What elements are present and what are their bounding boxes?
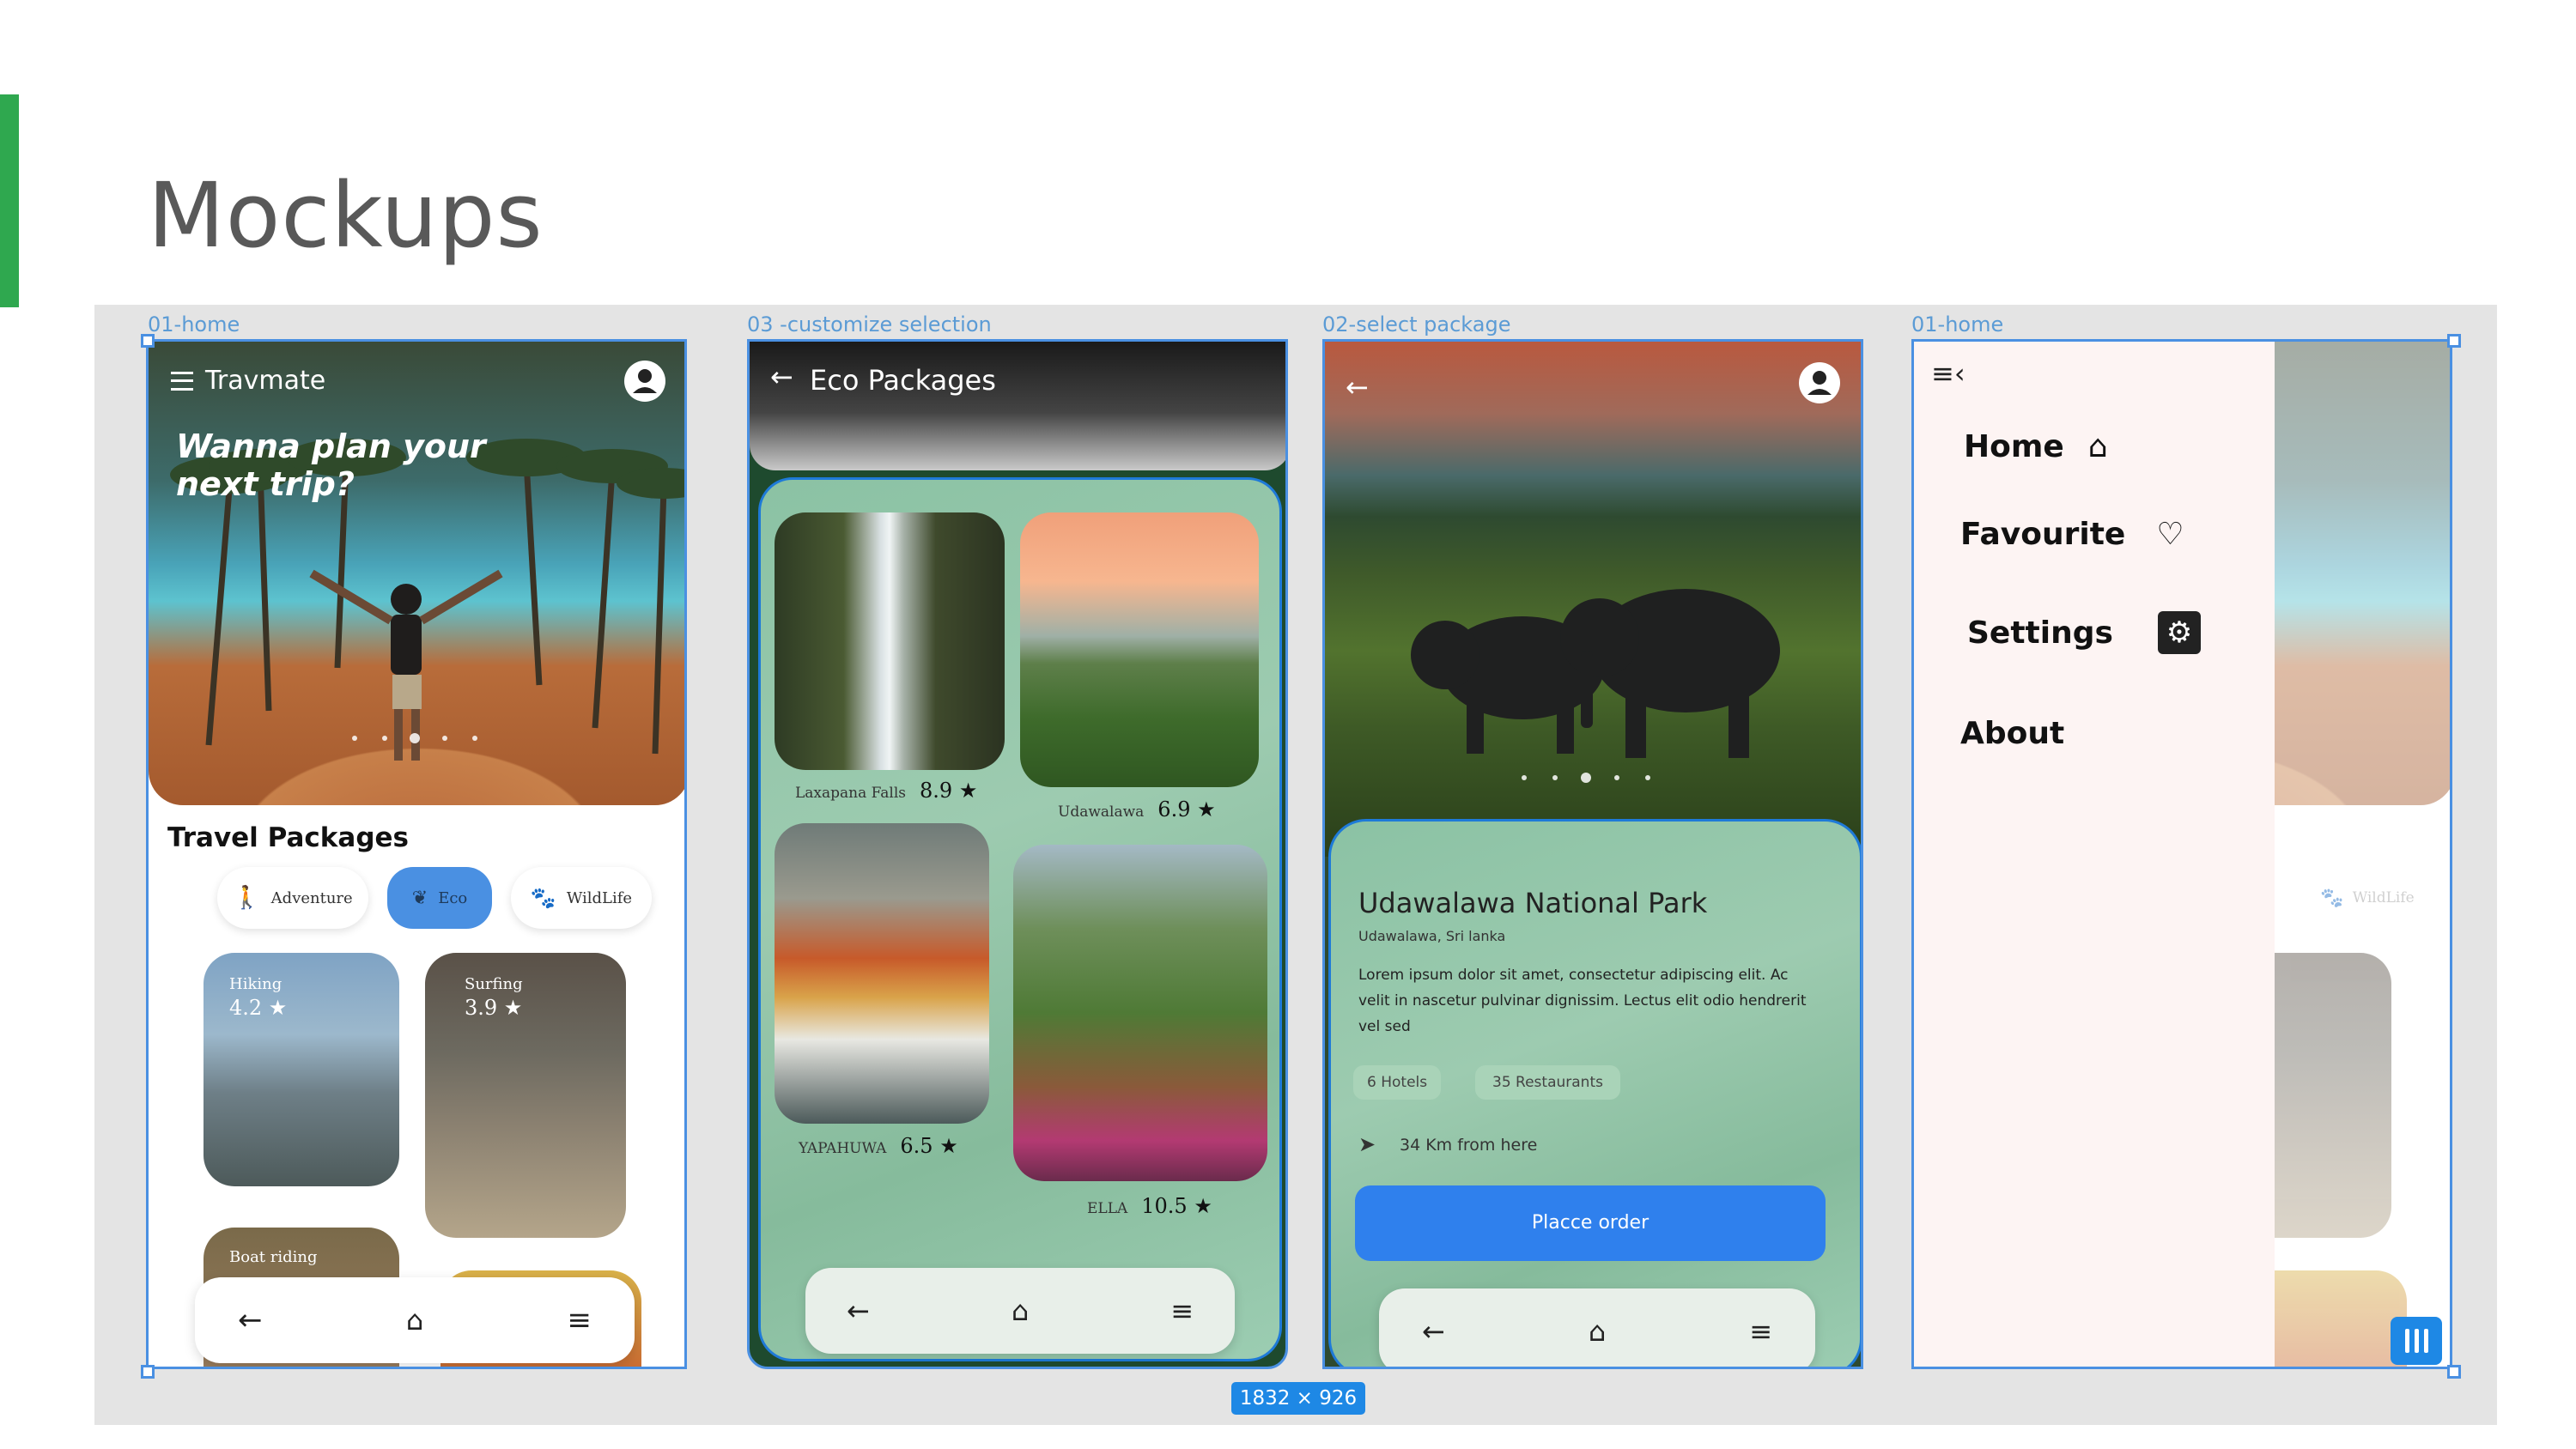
slide-title: Mockups	[148, 163, 544, 268]
home-menu-screen[interactable]: 🐾 WildLife ≡‹ Home ⌂ Favourite ♡ Setting…	[1911, 339, 2452, 1369]
drawer-item-favourite[interactable]: Favourite ♡	[1960, 517, 2184, 552]
app-name: Travmate	[205, 366, 326, 396]
packages-panel: Laxapana Falls 8.9 ★ Udawalawa 6.9 ★ YAP…	[758, 477, 1282, 1361]
collapse-menu-icon[interactable]: ≡‹	[1931, 357, 1965, 390]
chip-eco[interactable]: ❦ Eco	[387, 867, 492, 929]
tag-restaurants: 35 Restaurants	[1475, 1065, 1620, 1100]
park-hero-image: ←	[1325, 342, 1861, 857]
park-name: Udawalawa National Park	[1358, 887, 1708, 919]
hero-image: Travmate Wanna plan your next trip?	[149, 342, 684, 805]
category-chips: 🚶 Adventure ❦ Eco 🐾 WildLife	[217, 867, 652, 929]
leaf-icon: ❦	[411, 887, 428, 909]
bottom-nav: ← ⌂ ≡	[1379, 1288, 1815, 1367]
section-title: Travel Packages	[167, 822, 409, 853]
hero-text: Wanna plan your next trip?	[176, 427, 486, 503]
home-screen[interactable]: Travmate Wanna plan your next trip? Trav…	[146, 339, 687, 1369]
menu-icon[interactable]: ≡	[1749, 1315, 1772, 1348]
accent-bar	[0, 94, 19, 307]
chip-label: Eco	[438, 888, 468, 907]
location-arrow-icon: ➤	[1358, 1132, 1376, 1156]
chip-wildlife: 🐾 WildLife	[2297, 867, 2438, 929]
home-icon[interactable]: ⌂	[1589, 1315, 1606, 1348]
chip-wildlife[interactable]: 🐾 WildLife	[511, 867, 652, 929]
card-rating: 3.9 ★	[465, 996, 523, 1020]
paw-icon: 🐾	[2320, 887, 2344, 909]
home-icon[interactable]: ⌂	[1012, 1294, 1029, 1327]
menu-icon[interactable]	[171, 371, 193, 391]
chip-adventure[interactable]: 🚶 Adventure	[217, 867, 368, 929]
back-arrow-icon[interactable]: ←	[1422, 1315, 1445, 1348]
eco-header: ← Eco Packages	[750, 342, 1285, 470]
eco-packages-screen[interactable]: ← Eco Packages Laxapana Falls 8.9 ★ Udaw…	[747, 339, 1288, 1369]
dimensions-badge: 1832 × 926	[1231, 1382, 1365, 1415]
back-arrow-icon[interactable]: ←	[238, 1303, 263, 1337]
frame-label-customize[interactable]: 03 -customize selection	[747, 312, 992, 336]
package-card-hiking[interactable]: Hiking 4.2 ★	[204, 953, 399, 1186]
back-arrow-icon[interactable]: ←	[1346, 371, 1369, 403]
selection-handle-tl[interactable]	[141, 334, 155, 348]
card-name: Hiking	[229, 975, 283, 993]
package-caption-yapahuwa: YAPAHUWA 6.5 ★	[799, 1134, 958, 1158]
menu-icon[interactable]: ≡	[568, 1303, 592, 1337]
package-photo-laxapana[interactable]	[775, 512, 1005, 770]
menu-icon[interactable]: ≡	[1170, 1294, 1194, 1327]
heart-icon: ♡	[2156, 517, 2184, 552]
slide: Mockups 01-home 03 -customize selection …	[0, 0, 2576, 1449]
card-name: Surfing	[465, 975, 523, 993]
bottom-nav: ← ⌂ ≡	[195, 1277, 635, 1363]
home-icon[interactable]: ⌂	[406, 1304, 423, 1337]
profile-icon[interactable]	[1799, 362, 1840, 403]
home-icon: ⌂	[2087, 429, 2108, 464]
selection-handle-bl[interactable]	[141, 1365, 155, 1379]
back-arrow-icon[interactable]: ←	[770, 361, 793, 393]
gear-icon: ⚙	[2157, 611, 2201, 654]
park-detail-sheet: Udawalawa National Park Udawalawa, Sri l…	[1328, 819, 1861, 1367]
paw-icon: 🐾	[530, 886, 556, 910]
chip-label: WildLife	[566, 888, 633, 907]
package-photo-udawalawa[interactable]	[1020, 512, 1259, 787]
bottom-nav: ← ⌂ ≡	[805, 1268, 1235, 1354]
drawer-item-settings[interactable]: Settings ⚙	[1967, 611, 2201, 654]
package-caption-udawalawa: Udawalawa 6.9 ★	[1058, 797, 1216, 822]
card-rating: 4.2 ★	[229, 996, 288, 1020]
drawer-item-about[interactable]: About	[1960, 716, 2064, 751]
palm-trees-art	[170, 439, 684, 761]
distance-text: 34 Km from here	[1400, 1136, 1538, 1155]
card-name: Boat riding	[229, 1248, 318, 1266]
frame-label-home-menu[interactable]: 01-home	[1911, 312, 2003, 336]
selection-handle-br[interactable]	[2447, 1365, 2461, 1379]
tag-hotels: 6 Hotels	[1353, 1065, 1442, 1100]
park-description: Lorem ipsum dolor sit amet, consectetur …	[1358, 967, 1807, 1035]
chip-label: Adventure	[270, 888, 353, 907]
selection-handle-tr[interactable]	[2447, 334, 2461, 348]
package-caption-laxapana: Laxapana Falls 8.9 ★	[795, 779, 978, 803]
select-package-screen[interactable]: ← Udawalawa National Park Udawalawa, Sri…	[1322, 339, 1863, 1369]
park-location: Udawalawa, Sri lanka	[1358, 928, 1506, 944]
package-card-surfing[interactable]: Surfing 3.9 ★	[425, 953, 626, 1238]
package-photo-ella[interactable]	[1013, 845, 1267, 1181]
screen-title: Eco Packages	[810, 364, 996, 397]
package-photo-yapahuwa[interactable]	[775, 823, 989, 1124]
back-arrow-icon[interactable]: ←	[847, 1294, 870, 1327]
columns-toggle-button[interactable]	[2391, 1317, 2442, 1365]
package-caption-ella: ELLA 10.5 ★	[1087, 1194, 1212, 1218]
profile-icon[interactable]	[624, 361, 665, 402]
elephants-art	[1411, 589, 1780, 783]
frame-label-home[interactable]: 01-home	[148, 312, 240, 336]
drawer-item-home[interactable]: Home ⌂	[1964, 429, 2108, 464]
side-drawer: ≡‹ Home ⌂ Favourite ♡ Settings ⚙ About	[1914, 342, 2275, 1367]
place-order-button[interactable]: Placce order	[1355, 1185, 1826, 1261]
frame-label-select-package[interactable]: 02-select package	[1322, 312, 1510, 336]
person-icon: 🚶	[233, 885, 261, 911]
